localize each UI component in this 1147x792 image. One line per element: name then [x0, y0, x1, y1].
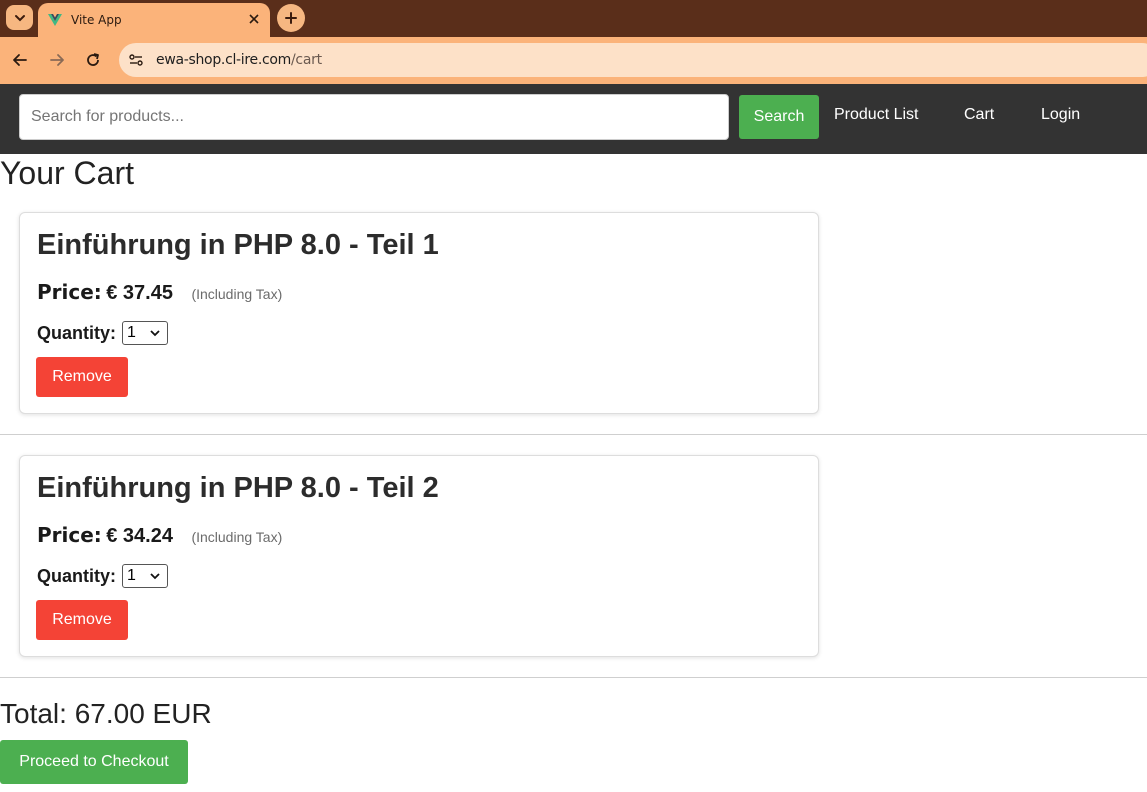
- price-label: Price:: [37, 280, 102, 304]
- tax-note: (Including Tax): [191, 529, 283, 545]
- site-info-icon[interactable]: [127, 51, 145, 69]
- item-title: Einführung in PHP 8.0 - Teil 2: [37, 472, 439, 504]
- search-button[interactable]: Search: [739, 95, 819, 139]
- quantity-select[interactable]: 1: [122, 564, 168, 588]
- item-divider: [0, 434, 1147, 435]
- item-divider: [0, 677, 1147, 678]
- quantity-value: 1: [127, 324, 136, 341]
- quantity-label: Quantity:: [37, 565, 116, 586]
- checkout-button[interactable]: Proceed to Checkout: [0, 740, 188, 784]
- nav-link-login[interactable]: Login: [1041, 106, 1080, 124]
- remove-button[interactable]: Remove: [36, 600, 128, 640]
- app-navbar: Search Product List Cart Login: [0, 84, 1147, 154]
- back-icon[interactable]: [9, 49, 31, 71]
- browser-toolbar: ewa-shop.cl-ire.com/cart: [0, 37, 1147, 84]
- forward-icon[interactable]: [46, 49, 68, 71]
- page-title: Your Cart: [0, 155, 134, 191]
- new-tab-icon[interactable]: [277, 4, 305, 32]
- quantity-row: Quantity: 1: [37, 321, 168, 345]
- cart-item: Einführung in PHP 8.0 - Teil 2 Price: € …: [19, 455, 819, 657]
- tab-title: Vite App: [71, 13, 122, 27]
- price-value: € 37.45: [106, 282, 173, 304]
- quantity-row: Quantity: 1: [37, 564, 168, 588]
- price-row: Price: € 34.24 (Including Tax): [37, 523, 282, 548]
- search-input[interactable]: [19, 94, 729, 140]
- url-path: /cart: [291, 52, 322, 68]
- reload-icon[interactable]: [82, 49, 104, 71]
- address-bar[interactable]: ewa-shop.cl-ire.com/cart: [119, 43, 1147, 77]
- quantity-select[interactable]: 1: [122, 321, 168, 345]
- tab-list-icon[interactable]: [6, 5, 33, 30]
- remove-button[interactable]: Remove: [36, 357, 128, 397]
- quantity-label: Quantity:: [37, 322, 116, 343]
- cart-total: Total: 67.00 EUR: [0, 698, 212, 729]
- item-title: Einführung in PHP 8.0 - Teil 1: [37, 229, 439, 261]
- cart-item: Einführung in PHP 8.0 - Teil 1 Price: € …: [19, 212, 819, 414]
- vue-logo-icon: [48, 14, 62, 26]
- chevron-down-icon: [150, 330, 160, 337]
- chevron-down-icon: [150, 573, 160, 580]
- nav-link-cart[interactable]: Cart: [964, 106, 994, 124]
- close-icon[interactable]: [246, 11, 262, 27]
- price-value: € 34.24: [106, 525, 173, 547]
- nav-link-product-list[interactable]: Product List: [834, 106, 918, 124]
- tax-note: (Including Tax): [191, 286, 283, 302]
- browser-tab-bar: Vite App: [0, 0, 1147, 37]
- price-row: Price: € 37.45 (Including Tax): [37, 280, 282, 305]
- quantity-value: 1: [127, 567, 136, 584]
- browser-tab[interactable]: Vite App: [38, 3, 270, 37]
- price-label: Price:: [37, 523, 102, 547]
- url-host: ewa-shop.cl-ire.com: [156, 52, 292, 68]
- url-text: ewa-shop.cl-ire.com/cart: [156, 52, 322, 68]
